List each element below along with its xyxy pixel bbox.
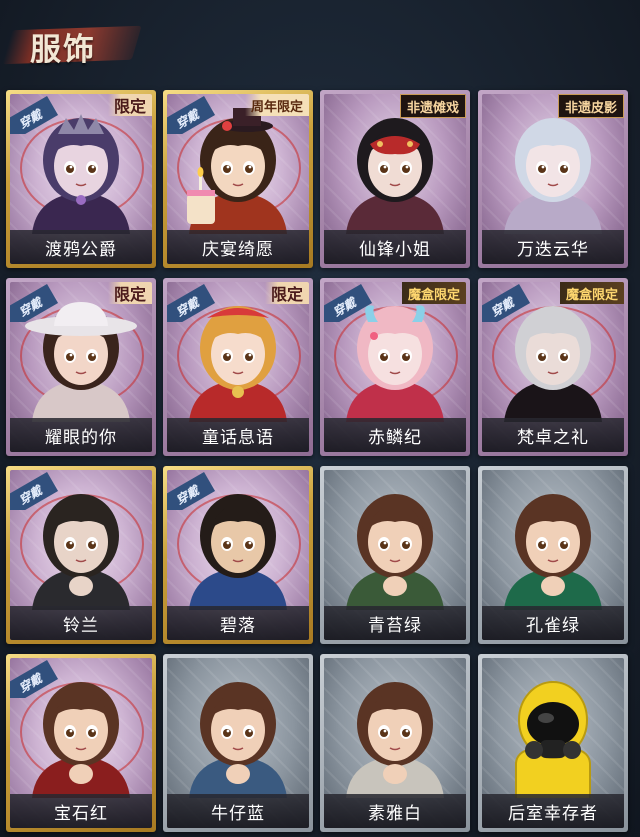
card-label-bar: 素雅白 [324,794,466,828]
card-label-bar: 耀眼的你 [10,418,152,452]
costume-card[interactable]: 牛仔蓝 [163,654,313,832]
card-label-bar: 万迭云华 [482,230,624,264]
card-inner: 铃兰 穿戴 [10,470,152,640]
rarity-tag: 魔盒限定 [401,282,466,304]
card-inner: 后室幸存者 [482,658,624,828]
costume-card[interactable]: 铃兰 穿戴 [6,466,156,644]
rarity-tag: 非遗傩戏 [399,94,466,118]
character-portrait [346,682,444,798]
costume-name: 后室幸存者 [508,803,598,823]
costume-card[interactable]: 孔雀绿 [478,466,628,644]
card-inner: 仙锋小姐 非遗傩戏 [324,94,466,264]
card-inner: 梵卓之礼 魔盒限定穿戴 [482,282,624,452]
worn-badge-text: 穿戴 [16,670,45,696]
character-portrait [346,118,444,234]
costume-name: 孔雀绿 [526,615,580,635]
worn-badge: 穿戴 [10,658,70,698]
worn-badge: 穿戴 [482,282,542,322]
costume-card[interactable]: 庆宴绮愿 周年限定穿戴 [163,90,313,268]
character-portrait [504,494,602,610]
worn-badge-text: 穿戴 [16,294,45,320]
card-label-bar: 牛仔蓝 [167,794,309,828]
card-inner: 素雅白 [324,658,466,828]
worn-badge: 穿戴 [10,470,70,510]
rarity-tag: 限定 [264,282,309,304]
character-portrait [504,118,602,234]
costume-card[interactable]: 仙锋小姐 非遗傩戏 [320,90,470,268]
worn-badge-text: 穿戴 [330,294,359,320]
card-inner: 宝石红 穿戴 [10,658,152,828]
card-label-bar: 梵卓之礼 [482,418,624,452]
costume-name: 青苔绿 [368,615,422,635]
costume-card[interactable]: 梵卓之礼 魔盒限定穿戴 [478,278,628,456]
rarity-tag: 限定 [107,282,152,304]
costume-card[interactable]: 碧落 穿戴 [163,466,313,644]
costume-name: 庆宴绮愿 [202,239,274,259]
card-label-bar: 赤鳞纪 [324,418,466,452]
worn-badge-text: 穿戴 [173,294,202,320]
card-label-bar: 庆宴绮愿 [167,230,309,264]
costume-name: 赤鳞纪 [368,427,422,447]
rarity-tag: 非遗皮影 [557,94,624,118]
worn-badge: 穿戴 [10,282,70,322]
costume-card[interactable]: 赤鳞纪 魔盒限定穿戴 [320,278,470,456]
costume-grid: 渡鸦公爵 限定 穿戴 庆宴绮愿 周年限定 穿戴 仙锋小姐 非遗傩戏 万迭云华 非遗皮影 耀眼的你 限定… [0,0,640,837]
rarity-tag: 魔盒限定 [559,282,624,304]
card-inner: 牛仔蓝 [167,658,309,828]
card-inner: 孔雀绿 [482,470,624,640]
card-inner: 渡鸦公爵 限定穿戴 [10,94,152,264]
worn-badge: 穿戴 [167,470,227,510]
worn-badge: 穿戴 [167,94,227,134]
costume-card[interactable]: 青苔绿 [320,466,470,644]
rarity-tag: 限定 [107,94,152,116]
card-inner: 耀眼的你 限定穿戴 [10,282,152,452]
worn-badge-text: 穿戴 [173,106,202,132]
costume-name: 仙锋小姐 [359,239,431,259]
costume-card[interactable]: 渡鸦公爵 限定穿戴 [6,90,156,268]
character-portrait [346,494,444,610]
card-inner: 碧落 穿戴 [167,470,309,640]
costume-name: 牛仔蓝 [211,803,265,823]
costume-name: 耀眼的你 [45,427,117,447]
worn-badge: 穿戴 [10,94,70,134]
costume-name: 碧落 [220,615,256,635]
card-inner: 庆宴绮愿 周年限定穿戴 [167,94,309,264]
costume-name: 铃兰 [63,615,99,635]
card-inner: 青苔绿 [324,470,466,640]
costume-name: 梵卓之礼 [517,427,589,447]
costume-card[interactable]: 后室幸存者 [478,654,628,832]
costume-card[interactable]: 宝石红 穿戴 [6,654,156,832]
costume-name: 渡鸦公爵 [45,239,117,259]
card-label-bar: 童话息语 [167,418,309,452]
card-inner: 赤鳞纪 魔盒限定穿戴 [324,282,466,452]
card-label-bar: 宝石红 [10,794,152,828]
worn-badge-text: 穿戴 [16,106,45,132]
costume-name: 童话息语 [202,427,274,447]
card-label-bar: 青苔绿 [324,606,466,640]
worn-badge-text: 穿戴 [488,294,517,320]
card-inner: 童话息语 限定穿戴 [167,282,309,452]
costume-card[interactable]: 耀眼的你 限定穿戴 [6,278,156,456]
costume-name: 素雅白 [368,803,422,823]
worn-badge: 穿戴 [324,282,384,322]
costume-card[interactable]: 万迭云华 非遗皮影 [478,90,628,268]
card-label-bar: 孔雀绿 [482,606,624,640]
costume-card[interactable]: 素雅白 [320,654,470,832]
card-label-bar: 铃兰 [10,606,152,640]
worn-badge-text: 穿戴 [173,482,202,508]
worn-badge: 穿戴 [167,282,227,322]
worn-badge-text: 穿戴 [16,482,45,508]
character-portrait [189,682,287,798]
card-label-bar: 后室幸存者 [482,794,624,828]
rarity-tag: 周年限定 [244,94,309,116]
character-portrait [515,681,591,798]
card-label-bar: 渡鸦公爵 [10,230,152,264]
card-inner: 万迭云华 非遗皮影 [482,94,624,264]
card-label-bar: 仙锋小姐 [324,230,466,264]
costume-name: 宝石红 [54,803,108,823]
costume-name: 万迭云华 [517,239,589,259]
card-label-bar: 碧落 [167,606,309,640]
costume-card[interactable]: 童话息语 限定穿戴 [163,278,313,456]
